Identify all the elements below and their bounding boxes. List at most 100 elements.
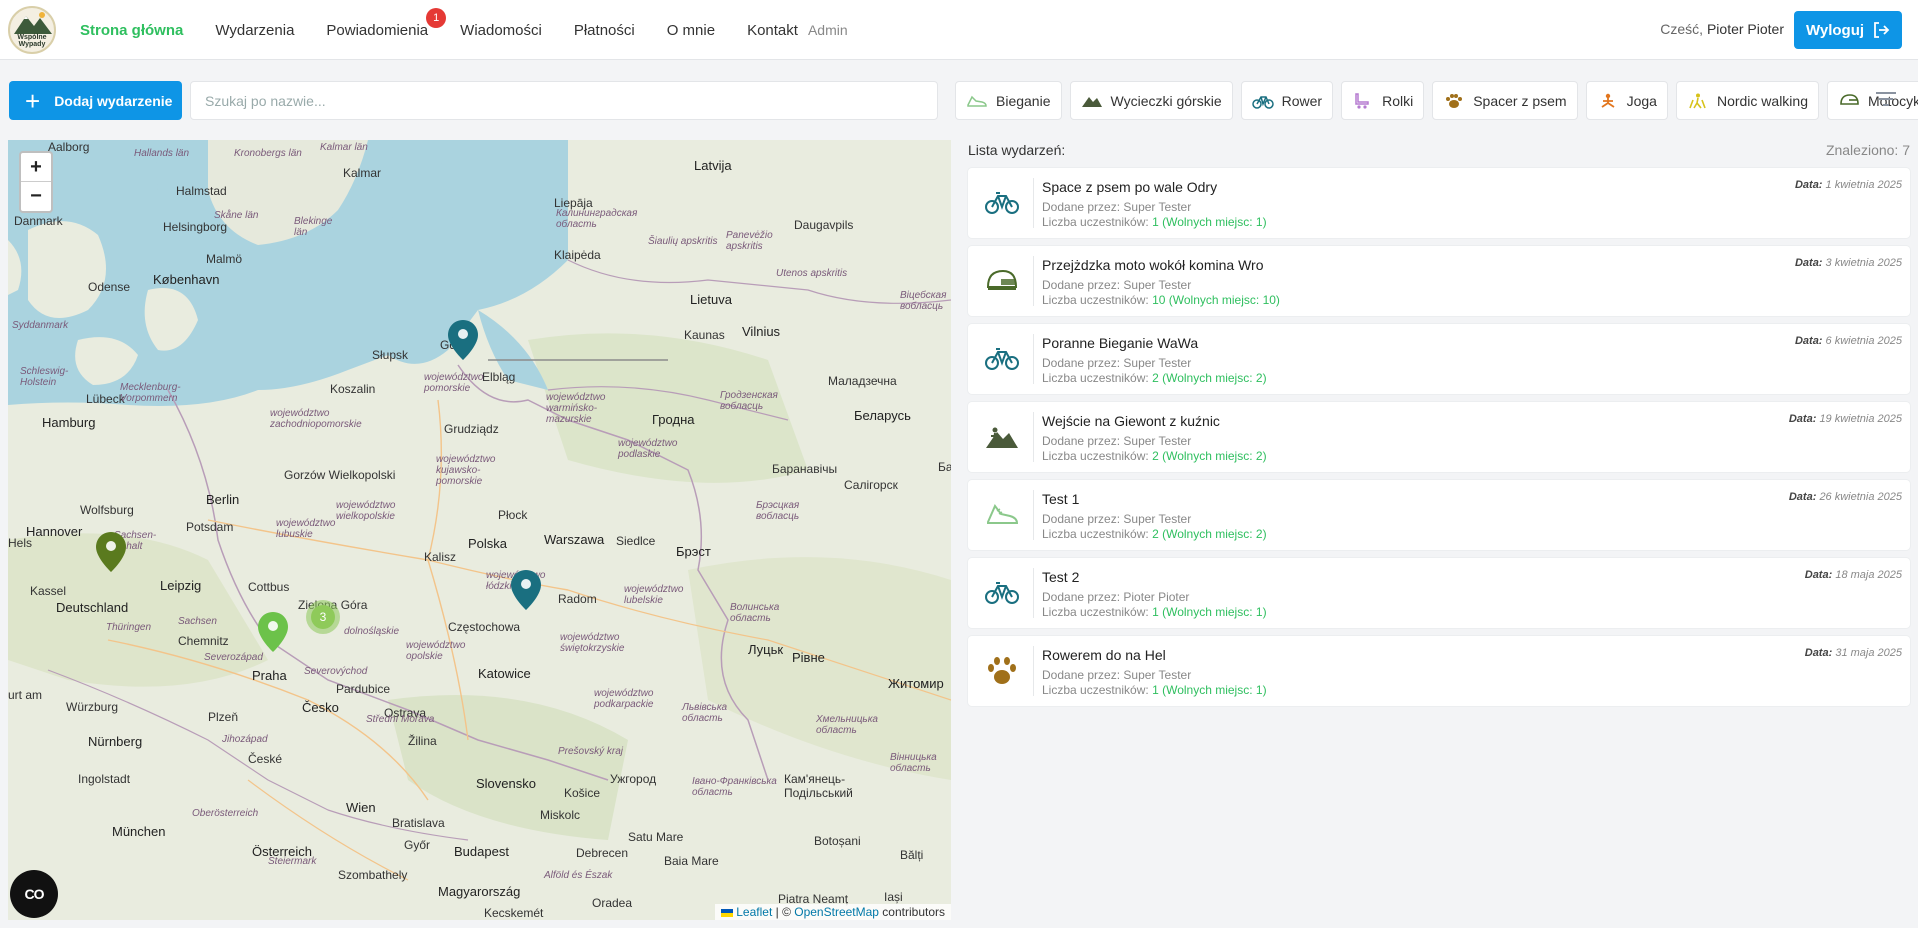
map-label-hamburg: Hamburg — [42, 415, 96, 430]
events-map[interactable]: Aalborg Danmark København Helsingborg Ma… — [8, 140, 951, 920]
category-label: Joga — [1626, 92, 1657, 109]
event-icon — [982, 573, 1022, 613]
marker-cluster[interactable]: 3 — [306, 600, 340, 634]
bicycle-icon — [985, 192, 1019, 214]
nav-notifications[interactable]: Powiadomienia 1 — [326, 7, 447, 39]
date-value: 18 maja 2025 — [1835, 569, 1902, 581]
event-marker[interactable] — [258, 612, 288, 652]
event-title: Space z psem po wale Odry — [1042, 179, 1218, 195]
event-icon — [982, 261, 1022, 301]
map-label-szombathely: Szombathely — [338, 868, 408, 882]
nav-messages[interactable]: Wiadomości — [460, 22, 542, 39]
osm-link[interactable]: OpenStreetMap — [794, 905, 879, 919]
event-participants: Liczba uczestników: 10 (Wolnych miejsc: … — [1042, 293, 1280, 307]
map-label-berlin: Berlin — [206, 492, 240, 507]
logout-button[interactable]: Wyloguj — [1794, 11, 1902, 49]
map-region-thuringen: Thüringen — [106, 622, 152, 633]
event-card[interactable]: Poranne Bieganie WaWa Dodane przez: Supe… — [968, 324, 1910, 394]
add-event-button[interactable]: + Dodaj wydarzenie — [9, 81, 182, 120]
attribution-separator: | © — [772, 905, 795, 919]
added-by-label: Dodane przez: — [1042, 356, 1121, 370]
map-label-wien: Wien — [346, 800, 376, 815]
category-chip-running[interactable]: Bieganie — [955, 81, 1062, 120]
free-spots: (Wolnych miejsc: 2) — [1162, 527, 1267, 541]
event-marker[interactable] — [448, 320, 478, 360]
helmet-icon — [986, 269, 1018, 290]
map-label-baia-mare: Baia Mare — [664, 854, 719, 868]
map-label-kalisz: Kalisz — [424, 550, 457, 564]
event-participants: Liczba uczestników: 2 (Wolnych miejsc: 2… — [1042, 449, 1267, 463]
map-region-swietokrzyskie: województwo świętokrzyskie — [560, 632, 625, 654]
event-card[interactable]: Wejście na Giewont z kuźnic Dodane przez… — [968, 402, 1910, 472]
map-label-daugavpils: Daugavpils — [794, 218, 854, 232]
event-card[interactable]: Przejżdzka moto wokół komina Wro Dodane … — [968, 246, 1910, 316]
map-label-grudziadz: Grudziądz — [444, 422, 499, 436]
event-card[interactable]: Rowerem do na Hel Dodane przez: Super Te… — [968, 636, 1910, 706]
event-title: Rowerem do na Hel — [1042, 647, 1166, 663]
author-name: Super Tester — [1123, 668, 1192, 682]
bicycle-icon — [985, 348, 1019, 370]
nav-events[interactable]: Wydarzenia — [215, 22, 294, 39]
map-label-danmark: Danmark — [14, 214, 63, 228]
map-region-syddanmark: Syddanmark — [12, 320, 69, 331]
category-chip-nordic[interactable]: Nordic walking — [1675, 81, 1819, 120]
date-value: 1 kwietnia 2025 — [1825, 179, 1902, 191]
zoom-out-button[interactable]: − — [21, 182, 51, 211]
author-name: Pioter Pioter — [1123, 590, 1190, 604]
map-label-praha: Praha — [252, 668, 287, 683]
participants-label: Liczba uczestników: — [1042, 605, 1149, 619]
event-author: Dodane przez: Super Tester — [1042, 434, 1191, 448]
zoom-in-button[interactable]: + — [21, 153, 51, 182]
category-chip-rollerskates[interactable]: Rolki — [1341, 81, 1425, 120]
free-spots: (Wolnych miejsc: 1) — [1162, 215, 1267, 229]
event-date: Data: 18 maja 2025 — [1805, 569, 1902, 581]
category-label: Nordic walking — [1716, 92, 1808, 109]
map-label-odense: Odense — [88, 280, 131, 294]
logo-text: Wspólne Wypady — [10, 34, 54, 48]
user-name: Pioter Pioter — [1706, 21, 1784, 37]
category-chip-bicycle[interactable]: Rower — [1240, 81, 1334, 120]
map-label-radom: Radom — [558, 592, 597, 606]
logout-label: Wyloguj — [1805, 21, 1865, 39]
map-region-wielkopolskie: województwo wielkopolskie — [336, 500, 396, 522]
category-chip-yoga[interactable]: Joga — [1585, 81, 1668, 120]
map-label-munchen: München — [112, 824, 166, 839]
nordic-walking-icon — [1689, 93, 1706, 108]
event-participants: Liczba uczestników: 2 (Wolnych miejsc: 2… — [1042, 371, 1267, 385]
category-chip-mountain[interactable]: Wycieczki górskie — [1069, 81, 1233, 120]
event-card[interactable]: Space z psem po wale Odry Dodane przez: … — [968, 168, 1910, 238]
category-label: Rolki — [1382, 92, 1414, 109]
event-card[interactable]: Test 2 Dodane przez: Pioter Pioter Liczb… — [968, 558, 1910, 628]
app-logo[interactable]: Wspólne Wypady — [8, 6, 56, 54]
event-marker[interactable] — [96, 532, 126, 572]
nav-payments[interactable]: Płatności — [574, 22, 635, 39]
nav-contact[interactable]: Kontakt — [747, 22, 798, 39]
category-chip-motorcycle[interactable]: Motocykl — [1827, 81, 1918, 120]
date-value: 26 kwietnia 2025 — [1819, 491, 1902, 503]
top-navbar: Wspólne Wypady Strona główna Wydarzenia … — [0, 0, 1918, 60]
leaflet-link[interactable]: Leaflet — [736, 905, 772, 919]
cluster-count: 3 — [311, 605, 335, 629]
nav-admin[interactable]: Admin — [808, 22, 848, 38]
added-by-label: Dodane przez: — [1042, 590, 1121, 604]
event-card[interactable]: Test 1 Dodane przez: Super Tester Liczba… — [968, 480, 1910, 550]
category-chip-dogwalk[interactable]: Spacer z psem — [1432, 81, 1578, 120]
search-input[interactable] — [190, 81, 938, 120]
cookie-consent-button[interactable]: CO — [10, 870, 58, 918]
map-region-schleswig: Schleswig-Holstein — [20, 366, 69, 388]
nav-about[interactable]: O mnie — [667, 22, 715, 39]
running-shoe-icon — [967, 95, 987, 107]
added-by-label: Dodane przez: — [1042, 668, 1121, 682]
divider — [1033, 412, 1034, 462]
map-label-miskolc: Miskolc — [540, 808, 581, 822]
free-spots: (Wolnych miejsc: 1) — [1162, 605, 1267, 619]
event-marker[interactable] — [511, 570, 541, 610]
event-title: Poranne Bieganie WaWa — [1042, 335, 1199, 351]
date-label: Data: — [1788, 413, 1817, 425]
filter-settings-icon[interactable] — [1874, 88, 1900, 112]
map-region-opolskie: województwo opolskie — [406, 640, 466, 662]
map-region-lubuskie: województwo lubuskie — [276, 518, 336, 540]
participants-label: Liczba uczestników: — [1042, 215, 1149, 229]
notifications-badge: 1 — [426, 7, 447, 28]
nav-home[interactable]: Strona główna — [80, 22, 183, 39]
